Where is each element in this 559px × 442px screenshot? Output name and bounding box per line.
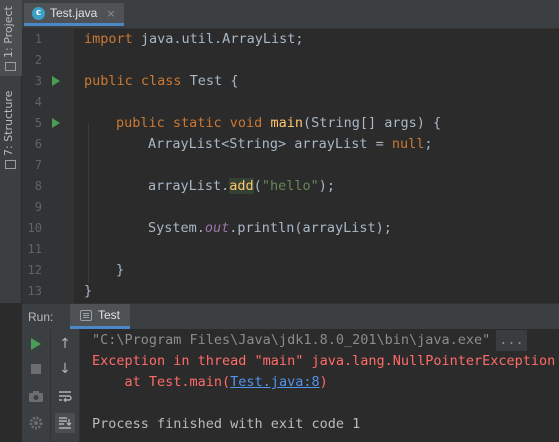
code-text: (String[] args) { [302,115,442,131]
exit-status-message: Process finished with exit code 1 [92,416,361,432]
code-line-1[interactable]: import java.util.ArrayList; [84,29,303,50]
soft-wrap-button[interactable] [55,386,75,406]
code-line-5[interactable]: public static void main(String[] args) { [116,113,441,134]
run-panel-header: Run: Test [22,303,559,329]
class-icon: c [32,6,45,20]
code-text: java.util.ArrayList; [132,31,304,47]
editor-tab-bar: c Test.java × [22,0,559,29]
code-line-12[interactable]: } [116,260,124,281]
run-panel-label: Run: [28,310,54,324]
exception-message: Exception in thread "main" java.lang.Nul… [92,353,556,369]
run-config-tab[interactable]: Test [70,304,131,329]
code-text: arrayList. [148,178,230,194]
stop-icon [31,364,41,374]
method-call-token: add [229,178,254,194]
closing-brace: } [84,283,93,299]
code-text: ( [253,178,262,194]
scroll-to-end-icon [59,417,72,429]
line-number: 4 [34,95,42,109]
file-tab-test-java[interactable]: c Test.java × [24,3,124,26]
line-number: 7 [34,158,42,172]
rerun-button[interactable] [26,334,46,354]
expand-command-button[interactable]: ... [496,330,527,351]
code-line-13[interactable]: } [84,281,92,302]
code-text: Test { [181,73,239,89]
folder-icon [5,62,16,71]
run-toolbar-primary [22,329,51,442]
structure-tool-tab[interactable]: 7: Structure [0,88,22,173]
soft-wrap-icon [59,391,72,402]
line-number: 5 [34,116,42,130]
line-number: 10 [27,221,42,235]
keyword-token: null [391,136,425,152]
gear-icon [29,416,43,430]
play-icon [31,338,41,350]
method-name-token: main [270,115,303,131]
static-field-token: out [204,220,230,236]
indent-guide [88,123,89,283]
side-tool-strip: 1: Project 7: Structure [0,0,22,303]
code-line-8[interactable]: arrayList.add("hello"); [148,176,335,197]
line-number: 1 [34,32,42,46]
code-text: ); [318,178,335,194]
line-number: 13 [27,284,42,298]
line-number: 12 [27,263,42,277]
line-number: 8 [34,179,42,193]
source-link[interactable]: Test.java:8 [230,374,319,390]
run-toolbar-secondary: ↑ ↓ [51,329,80,442]
scroll-to-end-button[interactable] [55,413,75,433]
console-icon [80,309,92,321]
code-editor[interactable]: import java.util.ArrayList; public class… [74,29,559,303]
line-number: 9 [34,200,42,214]
keyword-token: public class [84,73,182,89]
down-stack-trace-button[interactable]: ↓ [55,359,75,379]
line-number: 11 [27,242,42,256]
line-number: 3 [34,74,42,88]
code-text: ; [424,136,433,152]
java-command-text: "C:\Program Files\Java\jdk1.8.0_201\bin\… [92,332,491,348]
project-tool-tab[interactable]: 1: Project [0,0,22,76]
keyword-token: public static void [116,115,263,131]
console-command-line: "C:\Program Files\Java\jdk1.8.0_201\bin\… [92,330,527,351]
closing-brace: } [116,262,125,278]
structure-tab-label: 7: Structure [2,90,15,156]
keyword-token: import [84,31,133,47]
string-literal: "hello" [261,178,319,194]
up-stack-trace-button[interactable]: ↑ [55,334,75,354]
camera-icon [29,390,43,402]
line-number: 6 [34,137,42,151]
stop-button[interactable] [26,359,46,379]
run-class-gutter-icon[interactable] [52,76,60,86]
code-line-3[interactable]: public class Test { [84,71,238,92]
stack-trace-text: at Test.main( [92,374,231,390]
code-line-10[interactable]: System.out.println(arrayList); [148,218,392,239]
code-line-6[interactable]: ArrayList<String> arrayList = null; [148,134,433,155]
close-tab-icon[interactable]: × [106,7,115,20]
settings-button[interactable] [26,413,46,433]
run-tab-label: Test [98,308,121,322]
project-tab-label: 1: Project [2,6,15,58]
file-tab-label: Test.java [50,6,98,20]
stack-trace-line: at Test.main(Test.java:8) [92,372,328,393]
code-text: System. [148,220,205,236]
editor-gutter[interactable]: 1 2 3 4 5 6 7 8 9 10 11 12 13 [22,29,81,303]
code-text: ArrayList<String> arrayList = [148,136,392,152]
code-text: .println(arrayList); [229,220,392,236]
dump-threads-button[interactable] [26,386,46,406]
line-number: 2 [34,53,42,67]
run-main-gutter-icon[interactable] [52,118,60,128]
stack-trace-text: ) [319,374,328,390]
structure-icon [5,160,16,169]
console-output[interactable]: "C:\Program Files\Java\jdk1.8.0_201\bin\… [80,329,559,442]
